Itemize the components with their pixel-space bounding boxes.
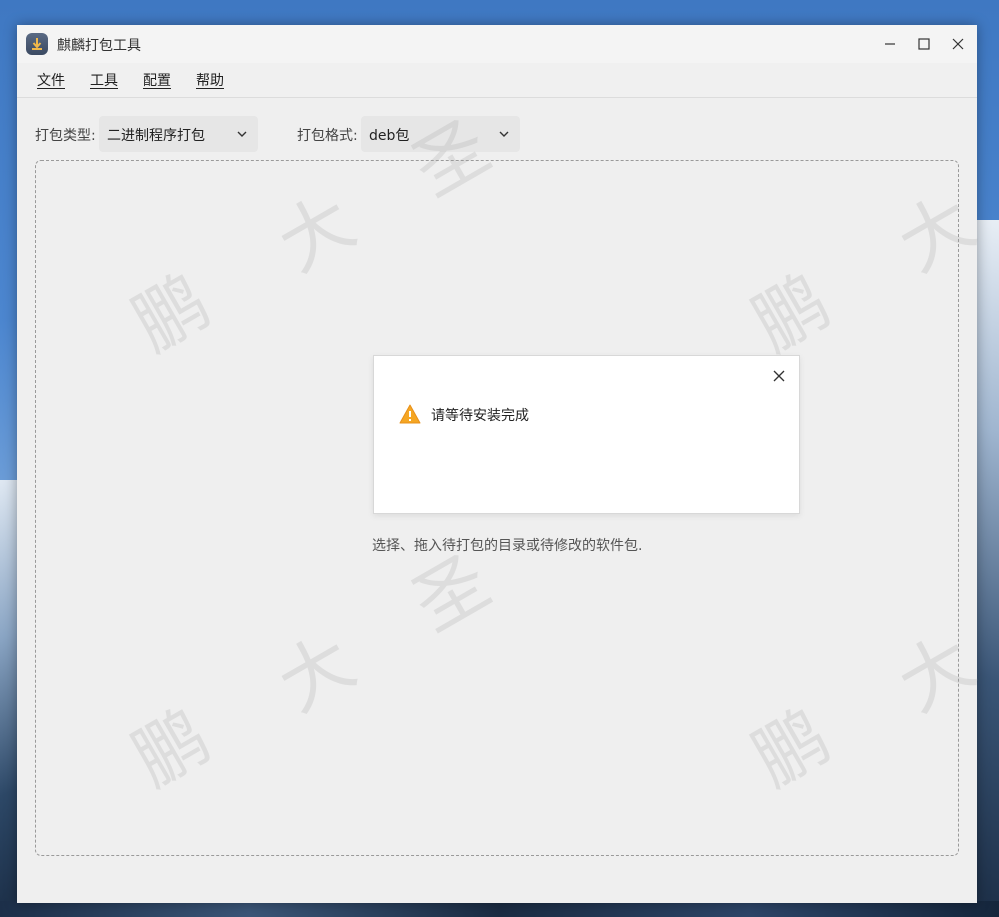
package-format-label: 打包格式: — [297, 128, 358, 144]
dialog-message: 请等待安装完成 — [431, 408, 529, 424]
maximize-button[interactable] — [911, 32, 937, 56]
app-logo-icon — [26, 33, 48, 55]
close-icon — [952, 38, 964, 50]
chevron-down-icon — [499, 131, 509, 137]
window-title: 麒麟打包工具 — [57, 38, 141, 54]
menu-tools[interactable]: 工具 — [90, 70, 118, 90]
menu-config[interactable]: 配置 — [143, 70, 171, 90]
close-button[interactable] — [945, 32, 971, 56]
menu-help[interactable]: 帮助 — [196, 70, 224, 90]
message-dialog: 请等待安装完成 — [373, 355, 800, 514]
package-format-select[interactable]: deb包 — [361, 116, 520, 152]
menu-bar: 文件 工具 配置 帮助 — [17, 63, 977, 98]
chevron-down-icon — [237, 131, 247, 137]
minimize-icon — [885, 43, 895, 45]
app-window: 麒麟打包工具 文件 工具 配置 帮助 打包类型: 二进制程序打包 打包格式: d… — [17, 25, 988, 903]
options-toolbar: 打包类型: 二进制程序打包 打包格式: deb包 — [17, 116, 977, 152]
maximize-icon — [918, 38, 930, 50]
package-type-label: 打包类型: — [35, 128, 96, 144]
title-bar[interactable]: 麒麟打包工具 — [17, 25, 977, 63]
minimize-button[interactable] — [877, 32, 903, 56]
drop-zone-hint: 选择、拖入待打包的目录或待修改的软件包. — [372, 538, 643, 554]
package-type-value: 二进制程序打包 — [107, 128, 205, 144]
package-type-select[interactable]: 二进制程序打包 — [99, 116, 258, 152]
desktop-mountain-bottom — [0, 901, 999, 917]
package-format-value: deb包 — [369, 128, 410, 144]
warning-icon — [399, 404, 421, 428]
menu-file[interactable]: 文件 — [37, 70, 65, 90]
close-icon — [773, 370, 785, 382]
dialog-close-button[interactable] — [771, 368, 787, 384]
